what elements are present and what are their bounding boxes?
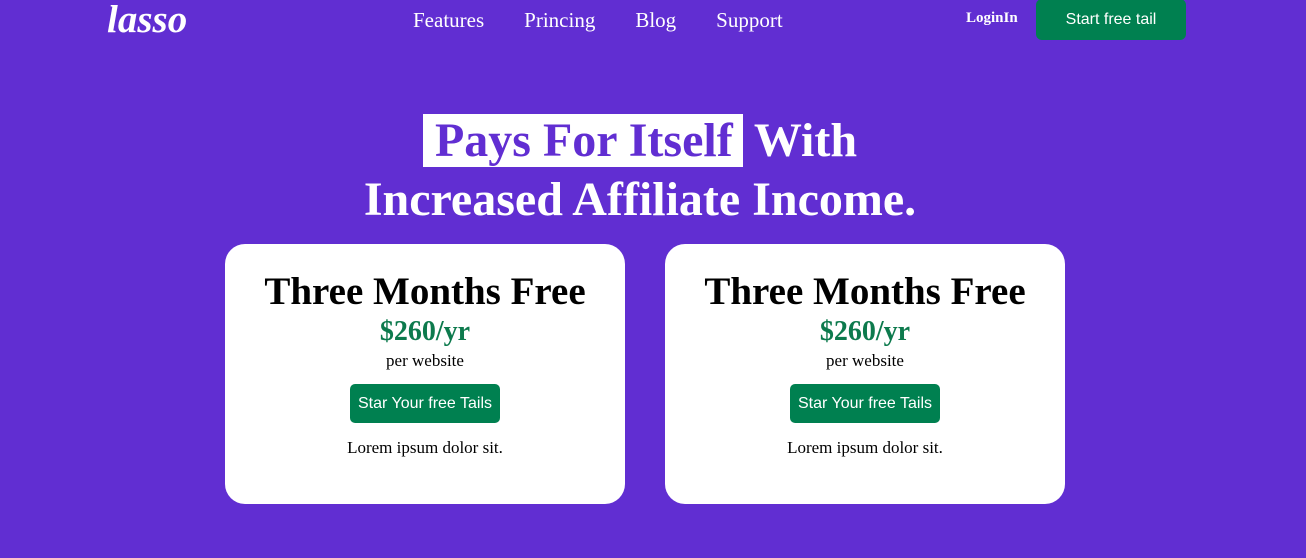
pricing-card: Three Months Free $260/yr per website St… <box>665 244 1065 504</box>
hero-highlight: Pays For Itself <box>422 114 743 167</box>
card-title: Three Months Free <box>264 270 586 313</box>
start-free-trial-button[interactable]: Start free tail <box>1036 0 1186 40</box>
start-free-trial-card-button[interactable]: Star Your free Tails <box>350 384 500 423</box>
nav-link-features[interactable]: Features <box>413 6 484 34</box>
card-description: Lorem ipsum dolor sit. <box>787 438 943 457</box>
nav-link-support[interactable]: Support <box>716 6 783 34</box>
pricing-card: Three Months Free $260/yr per website St… <box>225 244 625 504</box>
card-title: Three Months Free <box>704 270 1026 313</box>
nav-link-blog[interactable]: Blog <box>635 6 676 34</box>
hero-line1-rest: With <box>753 114 858 167</box>
card-unit: per website <box>826 351 904 370</box>
nav-link-pricing[interactable]: Princing <box>524 6 595 34</box>
start-free-trial-card-button[interactable]: Star Your free Tails <box>790 384 940 423</box>
card-description: Lorem ipsum dolor sit. <box>347 438 503 457</box>
card-price: $260/yr <box>819 316 911 347</box>
card-price: $260/yr <box>379 316 471 347</box>
hero-line2: Increased Affiliate Income. <box>363 173 917 226</box>
card-unit: per website <box>386 351 464 370</box>
logo[interactable]: lasso <box>107 0 187 44</box>
main-nav: Features Princing Blog Support <box>413 6 783 34</box>
hero-heading: Pays For Itself With Increased Affiliate… <box>0 111 1280 229</box>
login-link[interactable]: LoginIn <box>966 8 1018 28</box>
